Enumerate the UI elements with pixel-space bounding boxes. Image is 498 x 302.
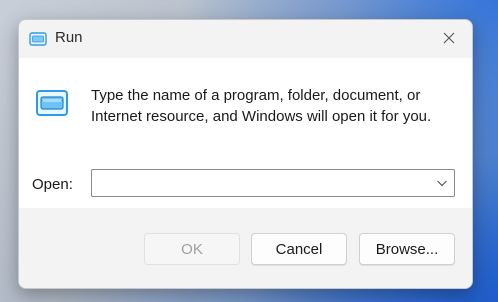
run-dialog: Run Type the name of a program, folder, … [18,19,473,289]
close-button[interactable] [426,20,472,56]
window-title: Run [55,29,83,46]
chevron-down-icon[interactable] [436,178,448,188]
open-input[interactable] [96,172,430,196]
dialog-content: Type the name of a program, folder, docu… [19,58,472,208]
open-combobox[interactable] [91,169,455,197]
button-bar: OK Cancel Browse... [19,208,472,288]
ok-button[interactable]: OK [144,233,240,265]
dialog-description: Type the name of a program, folder, docu… [91,87,432,125]
run-icon [36,90,68,116]
close-icon [443,32,455,44]
run-icon [29,32,47,46]
browse-button[interactable]: Browse... [359,233,455,265]
open-label: Open: [32,176,73,193]
cancel-button[interactable]: Cancel [251,233,347,265]
title-bar: Run [19,20,472,58]
